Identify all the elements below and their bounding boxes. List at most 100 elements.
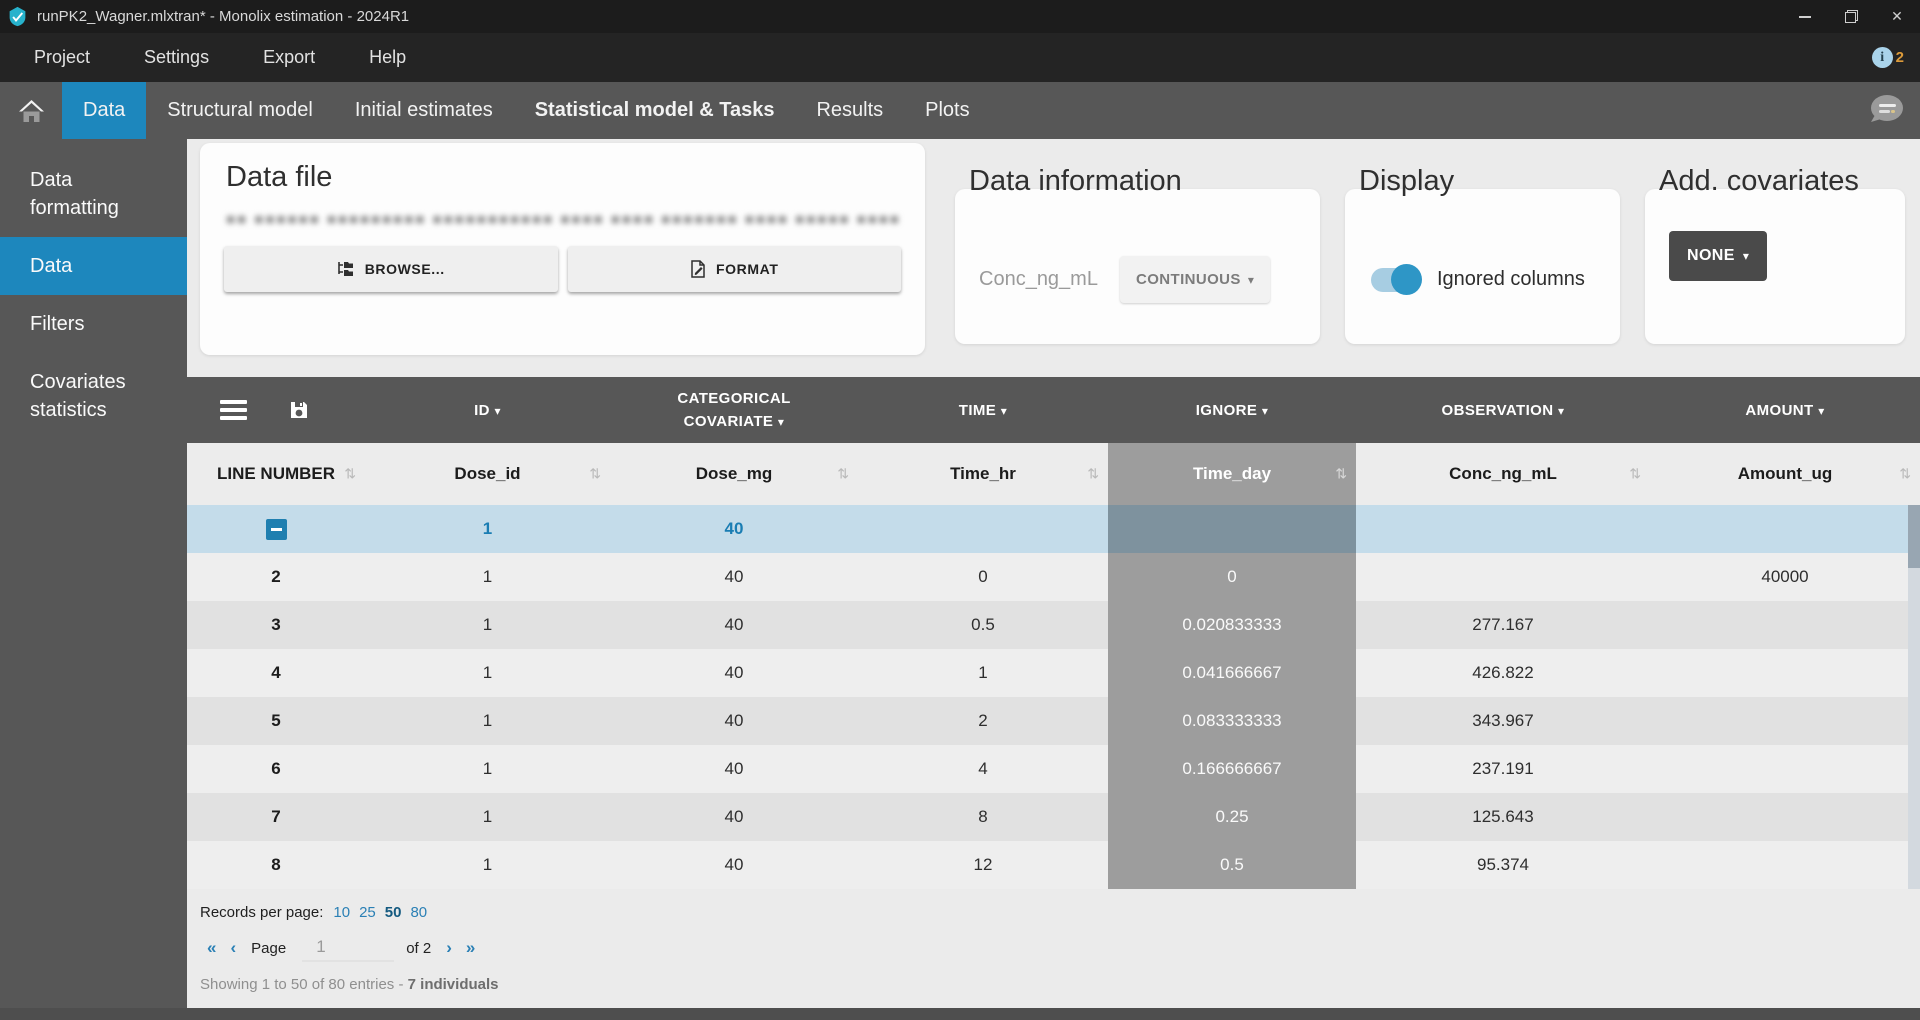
menu-item-help[interactable]: Help <box>342 33 433 82</box>
last-page-button[interactable]: » <box>459 938 482 958</box>
table-row[interactable]: 140 <box>187 505 1920 553</box>
sidebar-item-data[interactable]: Data <box>0 237 187 295</box>
notifications-button[interactable]: i 2 <box>1872 47 1904 68</box>
table-cell <box>1650 745 1920 793</box>
restore-button[interactable] <box>1828 0 1874 33</box>
sort-icon[interactable]: ⇅ <box>589 466 601 483</box>
column-header-dose-id[interactable]: Dose_id⇅ <box>365 443 610 505</box>
first-page-button[interactable]: « <box>200 938 223 958</box>
column-header-time-day[interactable]: Time_day⇅ <box>1108 443 1356 505</box>
table-cell <box>1650 697 1920 745</box>
sidebar-item-data-formatting[interactable]: Data formatting <box>0 151 187 237</box>
table-cell <box>1650 793 1920 841</box>
table-cell: 125.643 <box>1356 793 1650 841</box>
sort-icon[interactable]: ⇅ <box>837 466 849 483</box>
previous-page-button[interactable]: ‹ <box>223 938 243 958</box>
sidebar-item-covariates-statistics[interactable]: Covariates statistics <box>0 353 187 439</box>
table-row[interactable]: 8140120.595.374 <box>187 841 1920 889</box>
caret-down-icon: ▾ <box>1743 249 1749 263</box>
table-cell: 0.041666667 <box>1108 649 1356 697</box>
add-covariates-dropdown[interactable]: NONE ▾ <box>1669 231 1767 281</box>
close-button[interactable]: ✕ <box>1874 0 1920 33</box>
entries-summary: Showing 1 to 50 of 80 entries - 7 indivi… <box>200 976 1920 993</box>
sort-icon[interactable]: ⇅ <box>1335 466 1347 483</box>
collapse-group-icon[interactable] <box>266 519 287 540</box>
records-option-10[interactable]: 10 <box>333 904 350 921</box>
tab-results[interactable]: Results <box>795 82 904 139</box>
column-header-line-number[interactable]: LINE NUMBER⇅ <box>187 443 365 505</box>
home-icon <box>18 99 45 123</box>
table-cell: 40 <box>610 745 858 793</box>
column-header-dose-mg[interactable]: Dose_mg⇅ <box>610 443 858 505</box>
caret-down-icon: ▾ <box>494 404 500 418</box>
records-option-80[interactable]: 80 <box>410 904 427 921</box>
column-type-ignore[interactable]: IGNORE ▾ <box>1108 377 1356 443</box>
column-type-amount[interactable]: AMOUNT ▾ <box>1650 377 1920 443</box>
table-row[interactable]: 414010.041666667426.822 <box>187 649 1920 697</box>
page-label: Page <box>251 940 286 957</box>
table-cell: 95.374 <box>1356 841 1650 889</box>
tab-statistical-model-tasks[interactable]: Statistical model & Tasks <box>514 82 796 139</box>
column-type-id[interactable]: ID ▾ <box>365 377 610 443</box>
minimize-button[interactable] <box>1782 0 1828 33</box>
next-page-button[interactable]: › <box>439 938 459 958</box>
save-icon[interactable] <box>289 400 309 420</box>
sidebar-item-filters[interactable]: Filters <box>0 295 187 353</box>
browse-button[interactable]: BROWSE... <box>224 246 558 292</box>
column-header-amount-ug[interactable]: Amount_ug⇅ <box>1650 443 1920 505</box>
column-type-time[interactable]: TIME ▾ <box>858 377 1108 443</box>
tab-data[interactable]: Data <box>62 82 146 139</box>
table-row[interactable]: 514020.083333333343.967 <box>187 697 1920 745</box>
records-option-25[interactable]: 25 <box>359 904 376 921</box>
toggle-knob <box>1391 264 1422 295</box>
data-file-path: ■■ ■■■■■■ ■■■■■■■■■ ■■■■■■■■■■■ ■■■■ ■■■… <box>226 211 899 228</box>
table-menu-icon[interactable] <box>220 400 247 420</box>
top-panels: Data file ■■ ■■■■■■ ■■■■■■■■■ ■■■■■■■■■■… <box>187 139 1920 377</box>
table-cell <box>1650 601 1920 649</box>
tab-structural-model[interactable]: Structural model <box>146 82 334 139</box>
caret-down-icon: ▾ <box>1262 404 1268 418</box>
feedback-button[interactable] <box>1866 82 1906 139</box>
home-button[interactable] <box>0 82 62 139</box>
table-cell <box>1650 505 1920 553</box>
table-cell: 1 <box>365 505 610 553</box>
tab-plots[interactable]: Plots <box>904 82 990 139</box>
table-row[interactable]: 614040.166666667237.191 <box>187 745 1920 793</box>
scrollbar-thumb[interactable] <box>1908 505 1920 568</box>
table-row[interactable]: 21400040000 <box>187 553 1920 601</box>
table-cell: 1 <box>858 649 1108 697</box>
table-cell <box>1108 505 1356 553</box>
format-button[interactable]: FORMAT <box>568 246 902 292</box>
records-option-50[interactable]: 50 <box>385 904 402 921</box>
menu-item-export[interactable]: Export <box>236 33 342 82</box>
monolix-logo-icon <box>7 6 28 27</box>
page-input[interactable] <box>302 934 394 962</box>
observation-name: Conc_ng_mL <box>979 268 1098 291</box>
table-cell: 0.166666667 <box>1108 745 1356 793</box>
sort-icon[interactable]: ⇅ <box>344 466 356 483</box>
tab-initial-estimates[interactable]: Initial estimates <box>334 82 514 139</box>
column-type-observation[interactable]: OBSERVATION ▾ <box>1356 377 1650 443</box>
sort-icon[interactable]: ⇅ <box>1087 466 1099 483</box>
menu-item-project[interactable]: Project <box>0 33 117 82</box>
records-per-page-label: Records per page: <box>200 904 323 921</box>
table-row[interactable]: 31400.50.020833333277.167 <box>187 601 1920 649</box>
table-row[interactable]: 714080.25125.643 <box>187 793 1920 841</box>
column-header-time-hr[interactable]: Time_hr⇅ <box>858 443 1108 505</box>
table-cell: 40 <box>610 697 858 745</box>
data-information-section: Data information Conc_ng_mL CONTINUOUS ▾ <box>955 143 1320 344</box>
column-type-categorical-covariate[interactable]: CATEGORICALCOVARIATE ▾ <box>610 377 858 443</box>
ignored-columns-toggle[interactable] <box>1371 268 1417 292</box>
table-cell: 40000 <box>1650 553 1920 601</box>
table-cell <box>858 505 1108 553</box>
table-cell: 4 <box>858 745 1108 793</box>
sort-icon[interactable]: ⇅ <box>1899 466 1911 483</box>
line-number-cell: 3 <box>187 601 365 649</box>
column-header-conc-ng-ml[interactable]: Conc_ng_mL⇅ <box>1356 443 1650 505</box>
menubar: Project Settings Export Help i 2 <box>0 33 1920 82</box>
menu-item-settings[interactable]: Settings <box>117 33 236 82</box>
observation-type-dropdown[interactable]: CONTINUOUS ▾ <box>1120 256 1270 303</box>
sort-icon[interactable]: ⇅ <box>1629 466 1641 483</box>
table-scrollbar[interactable] <box>1908 505 1920 889</box>
line-number-cell: 4 <box>187 649 365 697</box>
